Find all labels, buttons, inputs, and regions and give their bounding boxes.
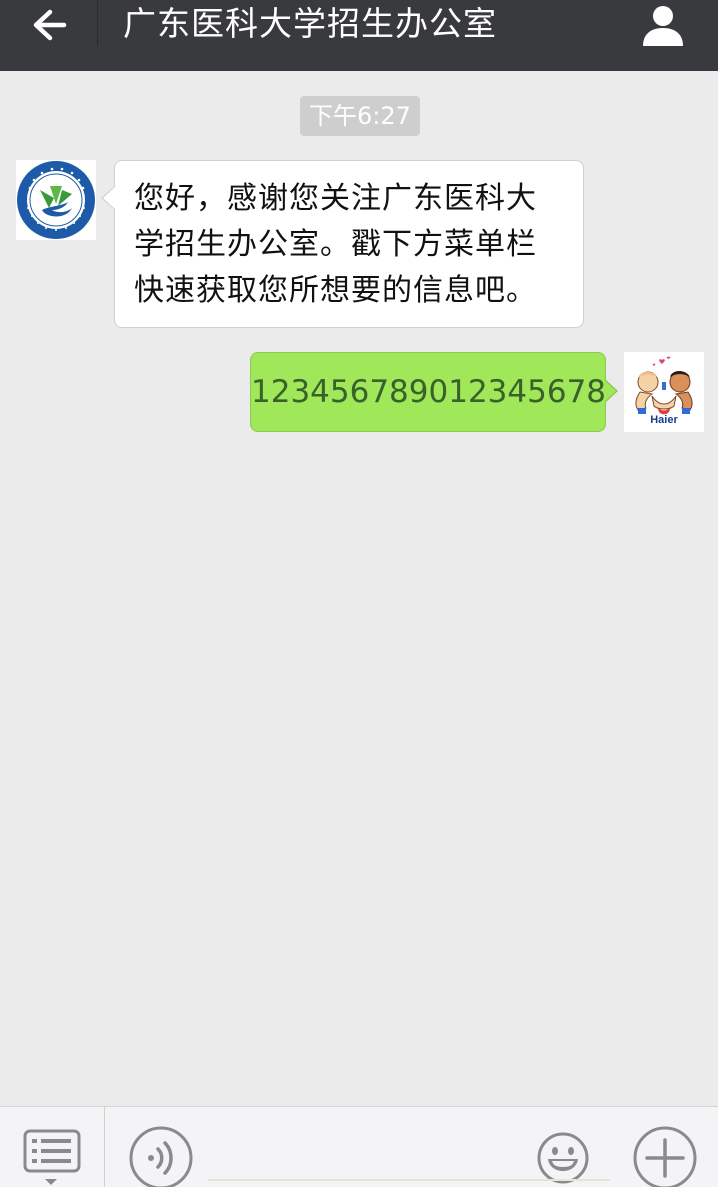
outgoing-bubble-tail	[604, 380, 616, 402]
incoming-bubble-tail	[103, 187, 115, 209]
university-avatar[interactable]	[16, 160, 96, 240]
person-icon	[643, 6, 683, 46]
toolbar-divider	[104, 1107, 105, 1187]
input-toolbar	[0, 1106, 718, 1187]
chat-screen: 广东医科大学招生办公室 下午6:27 您好，感谢您关注广东医科大学招生办公室。戳…	[0, 0, 718, 1187]
message-timestamp: 下午6:27	[300, 96, 420, 136]
more-button[interactable]	[632, 1125, 698, 1187]
chat-title: 广东医科大学招生办公室	[123, 4, 497, 43]
menu-list-icon	[23, 1129, 81, 1185]
university-logo-icon	[17, 161, 95, 239]
emoji-button[interactable]	[536, 1131, 590, 1185]
voice-button[interactable]	[128, 1125, 194, 1187]
haier-avatar-label: Haier	[650, 414, 678, 426]
user-avatar[interactable]: Haier	[624, 352, 704, 432]
profile-button[interactable]	[628, 0, 698, 50]
header-divider	[97, 0, 98, 46]
menu-button[interactable]	[0, 1107, 103, 1187]
back-button[interactable]	[10, 0, 90, 50]
back-arrow-icon	[33, 9, 67, 41]
emoji-icon	[537, 1132, 589, 1184]
plus-icon	[633, 1126, 697, 1187]
incoming-message-bubble[interactable]: 您好，感谢您关注广东医科大学招生办公室。戳下方菜单栏快速获取您所想要的信息吧。	[114, 160, 584, 328]
outgoing-message-bubble[interactable]: 123456789012345678	[250, 352, 606, 432]
voice-icon	[129, 1126, 193, 1187]
top-bar: 广东医科大学招生办公室	[0, 0, 718, 71]
message-input[interactable]	[208, 1179, 610, 1187]
